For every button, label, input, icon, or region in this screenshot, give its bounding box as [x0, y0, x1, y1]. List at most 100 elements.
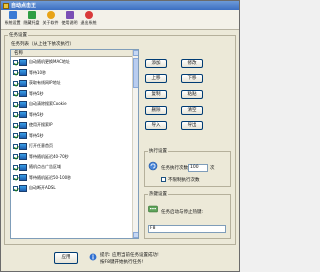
- task-row[interactable]: 获取有线网IP地址: [11, 78, 138, 89]
- task-monitor-icon: [19, 90, 27, 98]
- clear-button[interactable]: 清空: [181, 106, 203, 115]
- task-row-checkbox[interactable]: [13, 70, 18, 76]
- help-button[interactable]: 使用说明: [60, 10, 79, 29]
- task-row-checkbox[interactable]: [13, 112, 18, 118]
- exec-count-unit: 次: [210, 166, 215, 171]
- task-row-checkbox[interactable]: [13, 80, 18, 86]
- task-row-label: 自动随机更换MAC地址: [29, 59, 70, 65]
- settings-icon: [8, 11, 17, 19]
- scroll-up-arrow-icon[interactable]: [133, 50, 138, 56]
- task-monitor-icon: [19, 100, 27, 108]
- task-row-checkbox[interactable]: [13, 164, 18, 170]
- task-row[interactable]: 随机点击广告区域: [11, 162, 138, 173]
- apply-button[interactable]: 应用: [54, 252, 78, 264]
- system-settings-button[interactable]: 系统设置: [3, 10, 22, 29]
- info-tip-icon: [89, 253, 97, 261]
- hint-line-1: 提示: 应用当前任务设置成功!: [100, 253, 159, 258]
- exit-button[interactable]: 退出系统: [79, 10, 98, 29]
- copy-button[interactable]: 复制: [145, 90, 167, 99]
- repeat-icon: [148, 161, 158, 171]
- hide-tray-button[interactable]: 隐藏托盘: [22, 10, 41, 29]
- task-monitor-icon: [19, 142, 27, 150]
- task-row-checkbox[interactable]: [13, 154, 18, 160]
- about-button[interactable]: 关于软件: [41, 10, 60, 29]
- tray-icon: [27, 11, 36, 19]
- move-down-button[interactable]: 下移: [181, 74, 203, 83]
- column-header-name: 名称: [11, 50, 138, 57]
- exec-settings-legend: 执行设置: [148, 148, 168, 154]
- scroll-thumb[interactable]: [133, 58, 138, 88]
- task-rows: 自动随机更换MAC地址 等待10秒 获取有线网IP地址 等待5秒 自动清除搜索Cooki…: [11, 57, 138, 194]
- task-monitor-icon: [19, 58, 27, 66]
- task-row-label: 打开任意首页: [29, 143, 53, 149]
- scroll-down-arrow-icon[interactable]: [133, 232, 138, 238]
- delete-button[interactable]: 删除: [145, 106, 167, 115]
- task-monitor-icon: [19, 174, 27, 182]
- task-row[interactable]: 等待5秒: [11, 89, 138, 100]
- task-monitor-icon: [19, 153, 27, 161]
- task-row-label: 等待随机延迟40-70秒: [29, 153, 69, 159]
- task-row-label: 等待5秒: [29, 111, 44, 117]
- task-row-checkbox[interactable]: [13, 101, 18, 107]
- hotkey-icon: [148, 205, 158, 213]
- task-monitor-icon: [19, 163, 27, 171]
- task-row[interactable]: 自动清除搜索Cookie: [11, 99, 138, 110]
- task-monitor-icon: [19, 79, 27, 87]
- add-button[interactable]: 添加: [145, 59, 167, 68]
- task-row[interactable]: 使用开搜索IP: [11, 120, 138, 131]
- task-row-label: 自动断开ADSL: [29, 185, 56, 191]
- task-list-caption: 任务列表（从上往下依次执行）: [11, 42, 74, 47]
- task-row-label: 等待10秒: [29, 69, 47, 75]
- import-button[interactable]: 导入: [145, 121, 167, 130]
- task-monitor-icon: [19, 121, 27, 129]
- main-window: 自动点击王 系统设置 隐藏托盘 关于软件 使用说明 退出系统 任务设置 任务列表…: [0, 0, 240, 272]
- exec-count-input[interactable]: 100: [188, 164, 208, 172]
- task-row-checkbox[interactable]: [13, 59, 18, 65]
- hotkey-label: 任务启动与停止热键:: [161, 210, 204, 215]
- task-row[interactable]: 等待5秒: [11, 131, 138, 142]
- task-monitor-icon: [19, 184, 27, 192]
- help-icon: [65, 11, 74, 19]
- paste-button[interactable]: 粘贴: [181, 90, 203, 99]
- task-row-label: 等待5秒: [29, 90, 44, 96]
- task-row-checkbox[interactable]: [13, 122, 18, 128]
- window-title: 自动点击王: [11, 3, 37, 9]
- task-row-label: 获取有线网IP地址: [29, 80, 61, 86]
- task-monitor-icon: [19, 111, 27, 119]
- task-list-scrollbar[interactable]: [132, 50, 138, 238]
- task-settings-legend: 任务设置: [8, 32, 28, 38]
- task-row-checkbox[interactable]: [13, 91, 18, 97]
- task-row-checkbox[interactable]: [13, 143, 18, 149]
- hotkey-input[interactable]: F8: [148, 225, 226, 233]
- exit-icon: [84, 11, 93, 19]
- task-row[interactable]: 自动断开ADSL: [11, 183, 138, 194]
- task-row-label: 自动清除搜索Cookie: [29, 101, 67, 107]
- task-row-checkbox[interactable]: [13, 175, 18, 181]
- task-row-label: 等待随机延迟50-100秒: [29, 174, 72, 180]
- task-monitor-icon: [19, 132, 27, 140]
- exec-count-label: 任务执行次数:: [161, 166, 190, 171]
- edit-button[interactable]: 修改: [181, 59, 203, 68]
- task-row-checkbox[interactable]: [13, 133, 18, 139]
- hint-line-2: 按F8键开始执行任务!: [100, 260, 144, 265]
- task-monitor-icon: [19, 69, 27, 77]
- unlimited-checkbox[interactable]: [161, 177, 166, 182]
- task-row[interactable]: 自动随机更换MAC地址: [11, 57, 138, 68]
- task-row[interactable]: 打开任意首页: [11, 141, 138, 152]
- app-icon: [3, 2, 9, 9]
- task-row-label: 等待5秒: [29, 132, 44, 138]
- task-row[interactable]: 等待随机延迟50-100秒: [11, 173, 138, 184]
- unlimited-label: 不限制执行次数: [168, 178, 200, 183]
- task-row-label: 使用开搜索IP: [29, 122, 53, 128]
- info-icon: [46, 11, 55, 19]
- task-row[interactable]: 等待5秒: [11, 110, 138, 121]
- task-row[interactable]: 等待10秒: [11, 68, 138, 79]
- title-bar: 自动点击王: [1, 1, 239, 10]
- task-row-checkbox[interactable]: [13, 185, 18, 191]
- hotkey-settings-legend: 热键设置: [148, 191, 168, 197]
- move-up-button[interactable]: 上移: [145, 74, 167, 83]
- task-row[interactable]: 等待随机延迟40-70秒: [11, 152, 138, 163]
- export-button[interactable]: 导出: [181, 121, 203, 130]
- task-row-label: 随机点击广告区域: [29, 164, 61, 170]
- task-list[interactable]: 名称 自动随机更换MAC地址 等待10秒 获取有线网IP地址 等待5秒 自动清除搜索Co…: [10, 49, 139, 239]
